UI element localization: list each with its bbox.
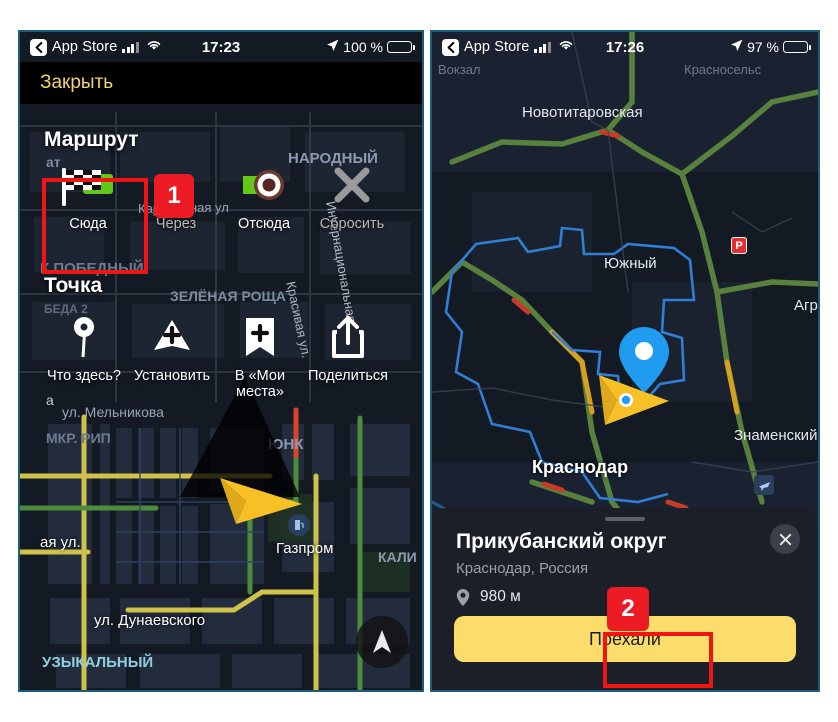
route-action-label: Сбросить xyxy=(319,216,385,232)
close-x-icon xyxy=(779,533,791,545)
point-action-share-button[interactable]: Поделиться xyxy=(304,308,392,384)
battery-icon xyxy=(783,41,811,53)
navigation-arrow-icon xyxy=(373,630,391,653)
location-arrow-icon xyxy=(730,39,743,56)
status-back-app-label[interactable]: App Store xyxy=(464,39,529,55)
parking-badge-icon[interactable]: P xyxy=(731,237,747,254)
point-action-label: Что здесь? xyxy=(47,368,121,384)
share-icon xyxy=(304,308,392,366)
callout-badge-2: 2 xyxy=(607,587,649,631)
place-distance: 980 м xyxy=(456,588,521,606)
card-drag-handle[interactable] xyxy=(605,517,645,521)
place-distance-value: 980 м xyxy=(480,588,521,605)
airport-icon[interactable] xyxy=(754,475,774,495)
battery-percent-label: 97 % xyxy=(747,39,779,55)
route-action-reset-button[interactable]: Сбросить xyxy=(308,156,396,232)
point-action-add-to-places-button[interactable]: В «Мои места» xyxy=(216,308,304,400)
bookmark-plus-icon xyxy=(216,308,304,366)
cursor-plus-icon xyxy=(128,308,216,366)
close-button[interactable]: Закрыть xyxy=(40,72,113,94)
user-position-arrow-icon xyxy=(220,478,302,524)
battery-icon xyxy=(387,41,415,53)
back-chevron-icon[interactable] xyxy=(30,38,47,56)
status-back-app-label[interactable]: App Store xyxy=(52,39,117,55)
highlight-box-go-button xyxy=(603,632,713,688)
screenshot-root: НАРОДНЫЙ ат Кар ная ул К ПОБЕДНЫЙ ЗЕЛЁНА… xyxy=(0,0,838,722)
callout-badge-1: 1 xyxy=(154,174,194,218)
wifi-icon xyxy=(146,39,162,55)
place-subtitle: Краснодар, Россия xyxy=(456,560,589,577)
left-top-bar: Закрыть xyxy=(20,62,422,104)
point-action-set-button[interactable]: Установить xyxy=(128,308,216,384)
user-position-arrow-icon xyxy=(599,375,669,425)
card-close-button[interactable] xyxy=(770,524,800,554)
battery-percent-label: 100 % xyxy=(343,39,383,55)
right-phone-screen: Вокзал Красносельс Новотитаровская Южный… xyxy=(430,30,820,692)
close-x-icon xyxy=(308,156,396,214)
right-status-bar: App Store 17:26 97 % xyxy=(432,32,818,62)
compass-button[interactable] xyxy=(356,616,408,668)
cellular-bars-icon xyxy=(534,41,551,53)
location-dot-icon xyxy=(456,588,470,606)
point-section-title: Точка xyxy=(44,274,103,297)
route-action-from-here-button[interactable]: Отсюда xyxy=(220,156,308,232)
point-action-whats-here-button[interactable]: Что здесь? xyxy=(40,308,128,384)
point-action-label: В «Мои места» xyxy=(234,368,286,401)
point-action-label: Установить xyxy=(133,368,211,384)
origin-target-icon xyxy=(220,156,308,214)
cellular-bars-icon xyxy=(122,41,139,53)
wifi-icon xyxy=(558,39,574,55)
route-action-label: Отсюда xyxy=(237,216,291,232)
map-pin-icon xyxy=(40,308,128,366)
back-chevron-icon[interactable] xyxy=(442,38,459,56)
location-arrow-icon xyxy=(326,39,339,56)
left-phone-screen: НАРОДНЫЙ ат Кар ная ул К ПОБЕДНЫЙ ЗЕЛЁНА… xyxy=(18,30,424,692)
highlight-box-here-button xyxy=(42,178,148,274)
point-action-label: Поделиться xyxy=(307,368,389,384)
left-status-bar: App Store 17:23 100 % xyxy=(20,32,422,62)
place-title: Прикубанский округ xyxy=(456,530,667,553)
route-section-title: Маршрут xyxy=(44,128,139,151)
